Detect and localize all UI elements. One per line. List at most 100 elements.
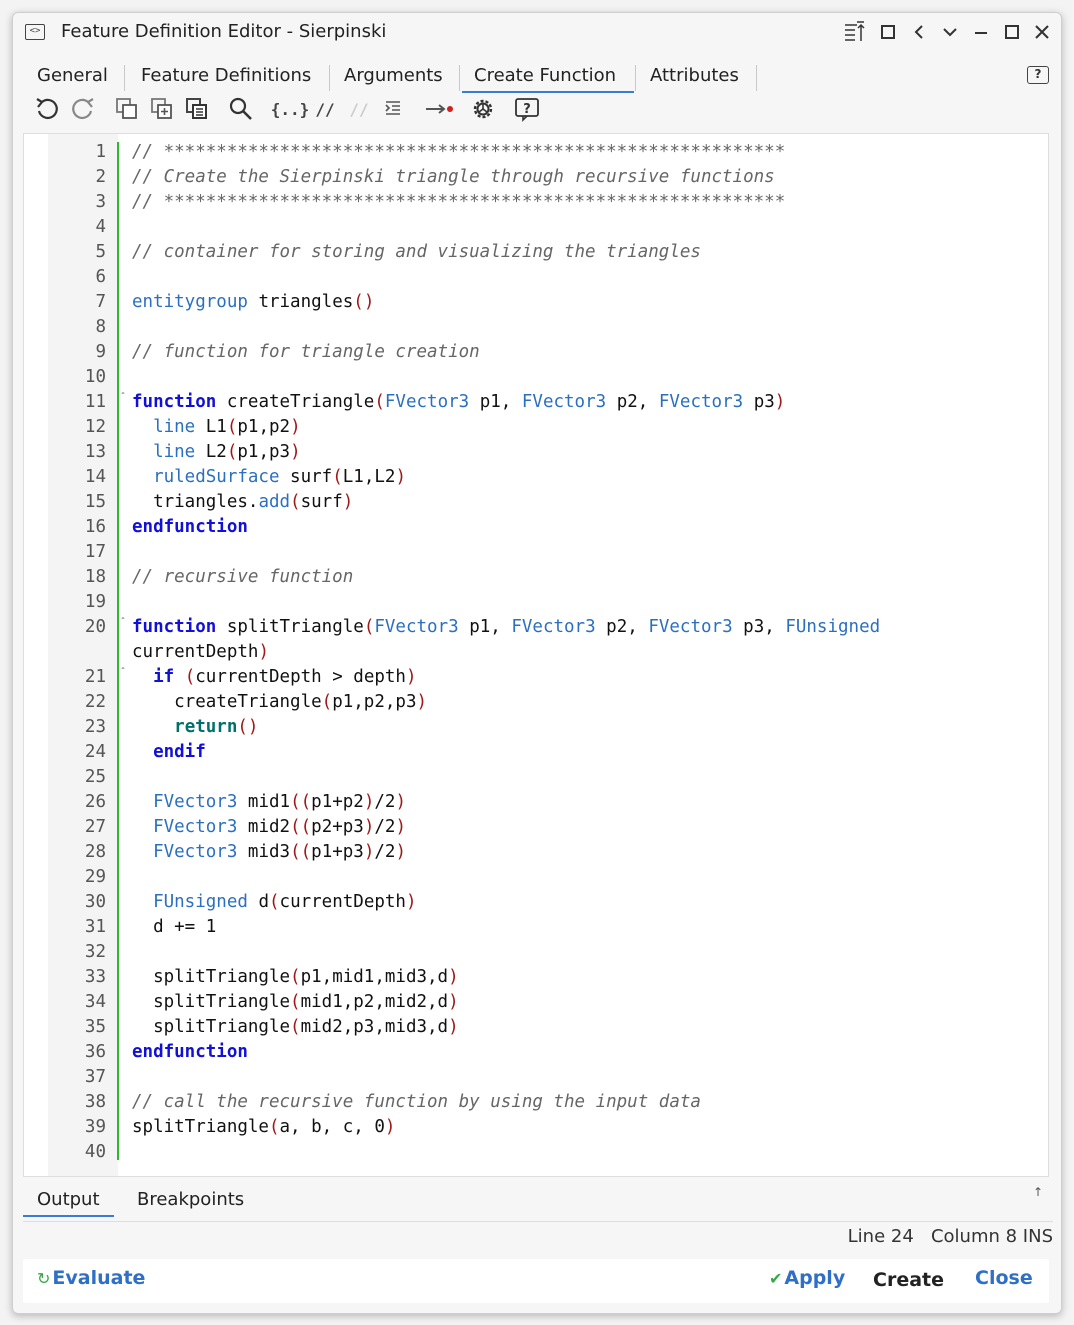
undo-icon[interactable] xyxy=(33,95,61,123)
code-line[interactable]: 11 ˆ function createTriangle(FVector3 p1, … xyxy=(48,390,1048,415)
create-button[interactable]: Create xyxy=(873,1269,944,1291)
code-line[interactable]: 15 triangles.add(surf) xyxy=(48,490,1048,515)
code-line[interactable]: 22 createTriangle(p1,p2,p3) xyxy=(48,690,1048,715)
refresh-icon: ↻ xyxy=(37,1269,51,1288)
line-text: currentDepth) xyxy=(132,642,269,662)
code-line[interactable]: 6 xyxy=(48,265,1048,290)
close-button[interactable]: Close xyxy=(975,1267,1033,1289)
line-number: 37 xyxy=(84,1067,106,1087)
duplicate-icon[interactable] xyxy=(148,95,176,123)
help-icon[interactable]: ? xyxy=(1027,66,1049,84)
restore-icon[interactable] xyxy=(999,19,1025,45)
code-line[interactable]: 5 // container for storing and visualizin… xyxy=(48,240,1048,265)
line-number: 22 xyxy=(84,692,106,712)
function-help-icon[interactable]: ? xyxy=(513,95,541,123)
breakpoint-icon[interactable] xyxy=(423,95,457,123)
code-line[interactable]: 39 splitTriangle(a, b, c, 0) xyxy=(48,1115,1048,1140)
code-line[interactable]: 40 xyxy=(48,1140,1048,1165)
fold-marker-icon[interactable]: ˆ xyxy=(120,660,126,685)
pin-icon[interactable]: ↑ xyxy=(1033,1185,1043,1199)
line-number: 6 xyxy=(95,267,106,287)
code-line[interactable]: 4 xyxy=(48,215,1048,240)
code-line[interactable]: 19 xyxy=(48,590,1048,615)
code-line[interactable]: 18 // recursive function xyxy=(48,565,1048,590)
line-number: 21 xyxy=(84,667,106,687)
settings-icon[interactable] xyxy=(469,95,497,123)
code-line[interactable]: 31 d += 1 xyxy=(48,915,1048,940)
code-content[interactable]: 1 // ************************************… xyxy=(48,140,1048,1165)
tab-arguments[interactable]: Arguments xyxy=(332,63,455,93)
line-text: endfunction xyxy=(132,517,248,537)
close-icon[interactable] xyxy=(1029,19,1055,45)
tab-output[interactable]: Output xyxy=(23,1181,114,1217)
code-line[interactable]: 27 FVector3 mid2((p2+p3)/2) xyxy=(48,815,1048,840)
tab-divider xyxy=(635,65,636,91)
code-line[interactable]: 2 // Create the Sierpinski triangle throu… xyxy=(48,165,1048,190)
tab-feature-definitions[interactable]: Feature Definitions xyxy=(129,63,323,93)
code-line[interactable]: 20 ˆ function splitTriangle(FVector3 p1, F… xyxy=(48,615,1048,640)
evaluate-button[interactable]: ↻ Evaluate xyxy=(37,1267,145,1289)
line-text: splitTriangle(p1,mid1,mid3,d) xyxy=(132,967,459,987)
code-line[interactable]: 14 ruledSurface surf(L1,L2) xyxy=(48,465,1048,490)
code-line[interactable]: 3 // ************************************… xyxy=(48,190,1048,215)
back-icon[interactable] xyxy=(906,19,932,45)
code-line[interactable]: 35 splitTriangle(mid2,p3,mid3,d) xyxy=(48,1015,1048,1040)
cursor-position: Line 24 Column 8 INS xyxy=(848,1226,1053,1247)
comment-icon[interactable]: // xyxy=(311,95,339,123)
tab-create-function[interactable]: Create Function xyxy=(462,63,634,93)
minimize-icon[interactable] xyxy=(968,19,994,45)
code-line[interactable]: 1 // ************************************… xyxy=(48,140,1048,165)
redo-icon[interactable] xyxy=(69,95,97,123)
tab-attributes[interactable]: Attributes xyxy=(638,63,751,93)
apply-button[interactable]: ✔ Apply xyxy=(769,1267,845,1289)
code-line[interactable]: 17 xyxy=(48,540,1048,565)
line-number: 17 xyxy=(84,542,106,562)
code-line[interactable]: 25 xyxy=(48,765,1048,790)
line-number: 33 xyxy=(84,967,106,987)
code-line[interactable]: currentDepth) xyxy=(48,640,1048,665)
code-line[interactable]: 30 FUnsigned d(currentDepth) xyxy=(48,890,1048,915)
line-text: if (currentDepth > depth) xyxy=(153,667,417,687)
code-line[interactable]: 24 endif xyxy=(48,740,1048,765)
fold-marker-icon[interactable]: ˆ xyxy=(120,610,126,635)
code-line[interactable]: 34 splitTriangle(mid1,p2,mid2,d) xyxy=(48,990,1048,1015)
fold-marker-icon[interactable]: ˆ xyxy=(120,385,126,410)
code-line[interactable]: 37 xyxy=(48,1065,1048,1090)
code-line[interactable]: 23 return() xyxy=(48,715,1048,740)
code-line[interactable]: 21 ˆ if (currentDepth > depth) xyxy=(48,665,1048,690)
tab-general[interactable]: General xyxy=(25,63,120,93)
format-code-icon[interactable]: {..} xyxy=(271,95,310,123)
code-line[interactable]: 38 // call the recursive function by usin… xyxy=(48,1090,1048,1115)
collapse-icon[interactable] xyxy=(841,19,867,45)
line-number: 9 xyxy=(95,342,106,362)
search-icon[interactable] xyxy=(227,95,255,123)
tab-breakpoints[interactable]: Breakpoints xyxy=(123,1181,258,1217)
code-line[interactable]: 32 xyxy=(48,940,1048,965)
code-line[interactable]: 29 xyxy=(48,865,1048,890)
code-line[interactable]: 10 xyxy=(48,365,1048,390)
line-number: 27 xyxy=(84,817,106,837)
line-text: entitygroup triangles() xyxy=(132,292,375,312)
code-line[interactable]: 26 FVector3 mid1((p1+p2)/2) xyxy=(48,790,1048,815)
code-line[interactable]: 9 // function for triangle creation xyxy=(48,340,1048,365)
indent-icon[interactable] xyxy=(379,95,407,123)
code-line[interactable]: 28 FVector3 mid3((p1+p3)/2) xyxy=(48,840,1048,865)
copy-icon[interactable] xyxy=(113,95,141,123)
line-text: FVector3 mid2((p2+p3)/2) xyxy=(153,817,407,837)
code-line[interactable]: 13 line L2(p1,p3) xyxy=(48,440,1048,465)
evaluate-label: Evaluate xyxy=(52,1267,146,1289)
code-line[interactable]: 36 endfunction xyxy=(48,1040,1048,1065)
line-text: // Create the Sierpinski triangle throug… xyxy=(132,167,775,187)
code-line[interactable]: 33 splitTriangle(p1,mid1,mid3,d) xyxy=(48,965,1048,990)
uncomment-icon[interactable]: // xyxy=(345,95,373,123)
chevron-down-icon[interactable] xyxy=(937,19,963,45)
line-text: function createTriangle(FVector3 p1, FVe… xyxy=(132,392,786,412)
code-line[interactable]: 12 line L1(p1,p2) xyxy=(48,415,1048,440)
code-line[interactable]: 16 endfunction xyxy=(48,515,1048,540)
code-line[interactable]: 8 xyxy=(48,315,1048,340)
bottom-panel-tabs: Output Breakpoints ↑ xyxy=(23,1181,1049,1217)
paste-icon[interactable] xyxy=(183,95,211,123)
code-line[interactable]: 7 entitygroup triangles() xyxy=(48,290,1048,315)
code-editor[interactable]: 1 // ************************************… xyxy=(23,133,1049,1177)
maximize-icon[interactable] xyxy=(875,19,901,45)
